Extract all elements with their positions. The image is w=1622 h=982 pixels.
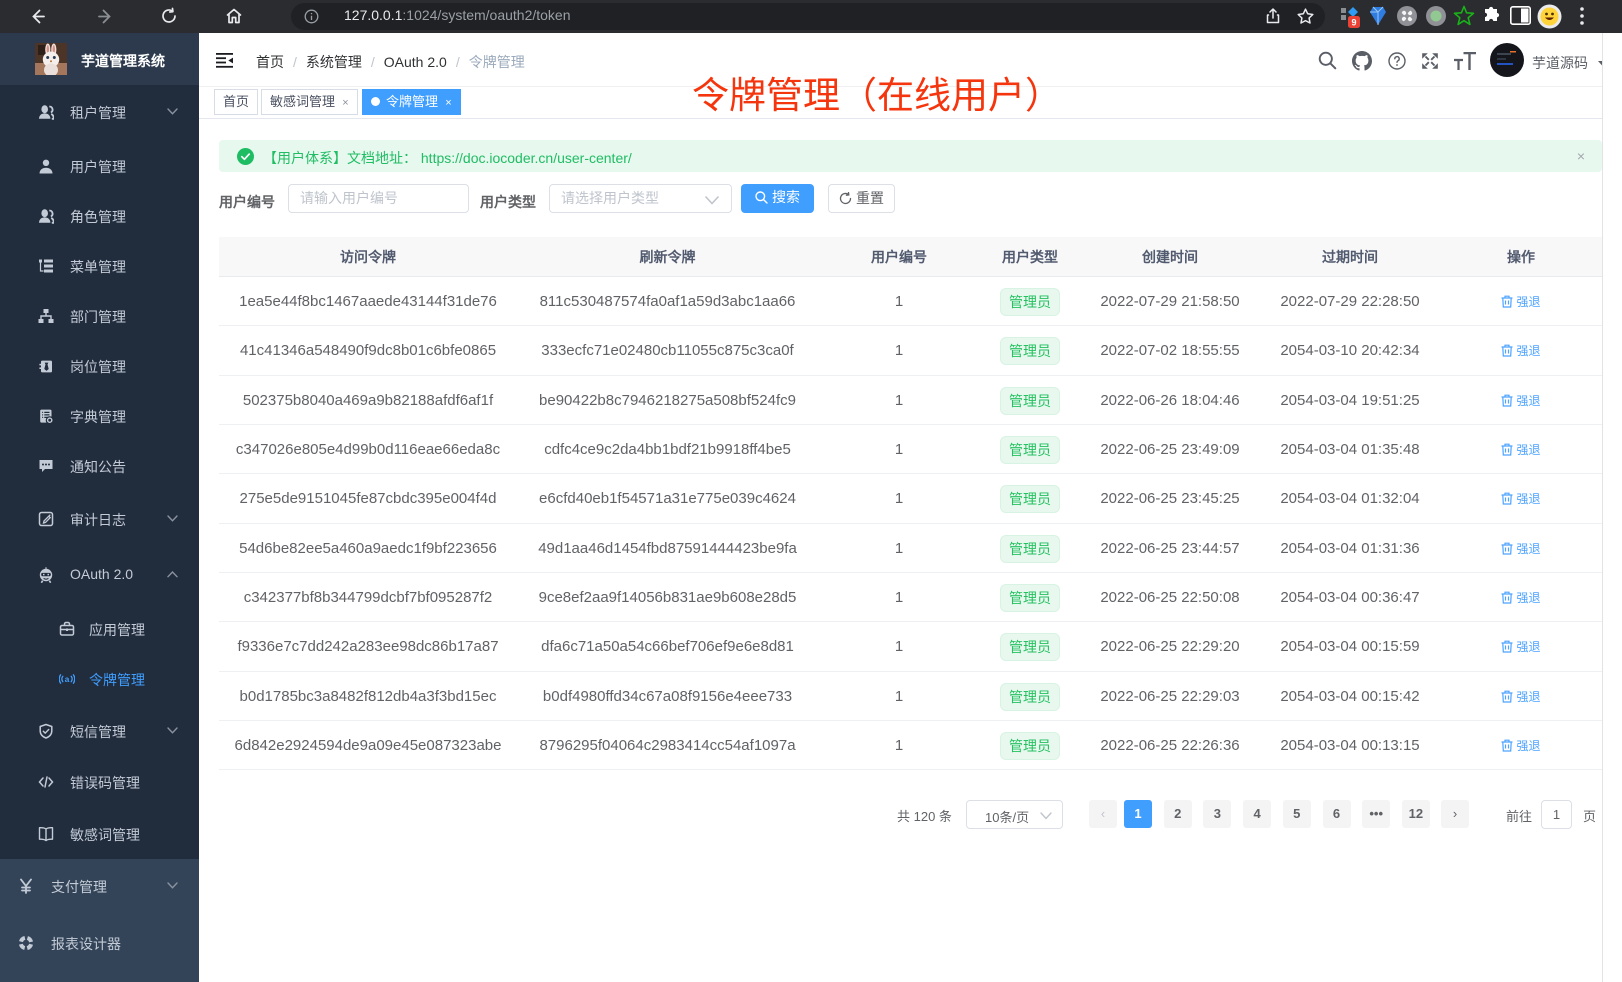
svg-text:a: a xyxy=(65,674,70,684)
svg-text:9: 9 xyxy=(1351,18,1356,28)
